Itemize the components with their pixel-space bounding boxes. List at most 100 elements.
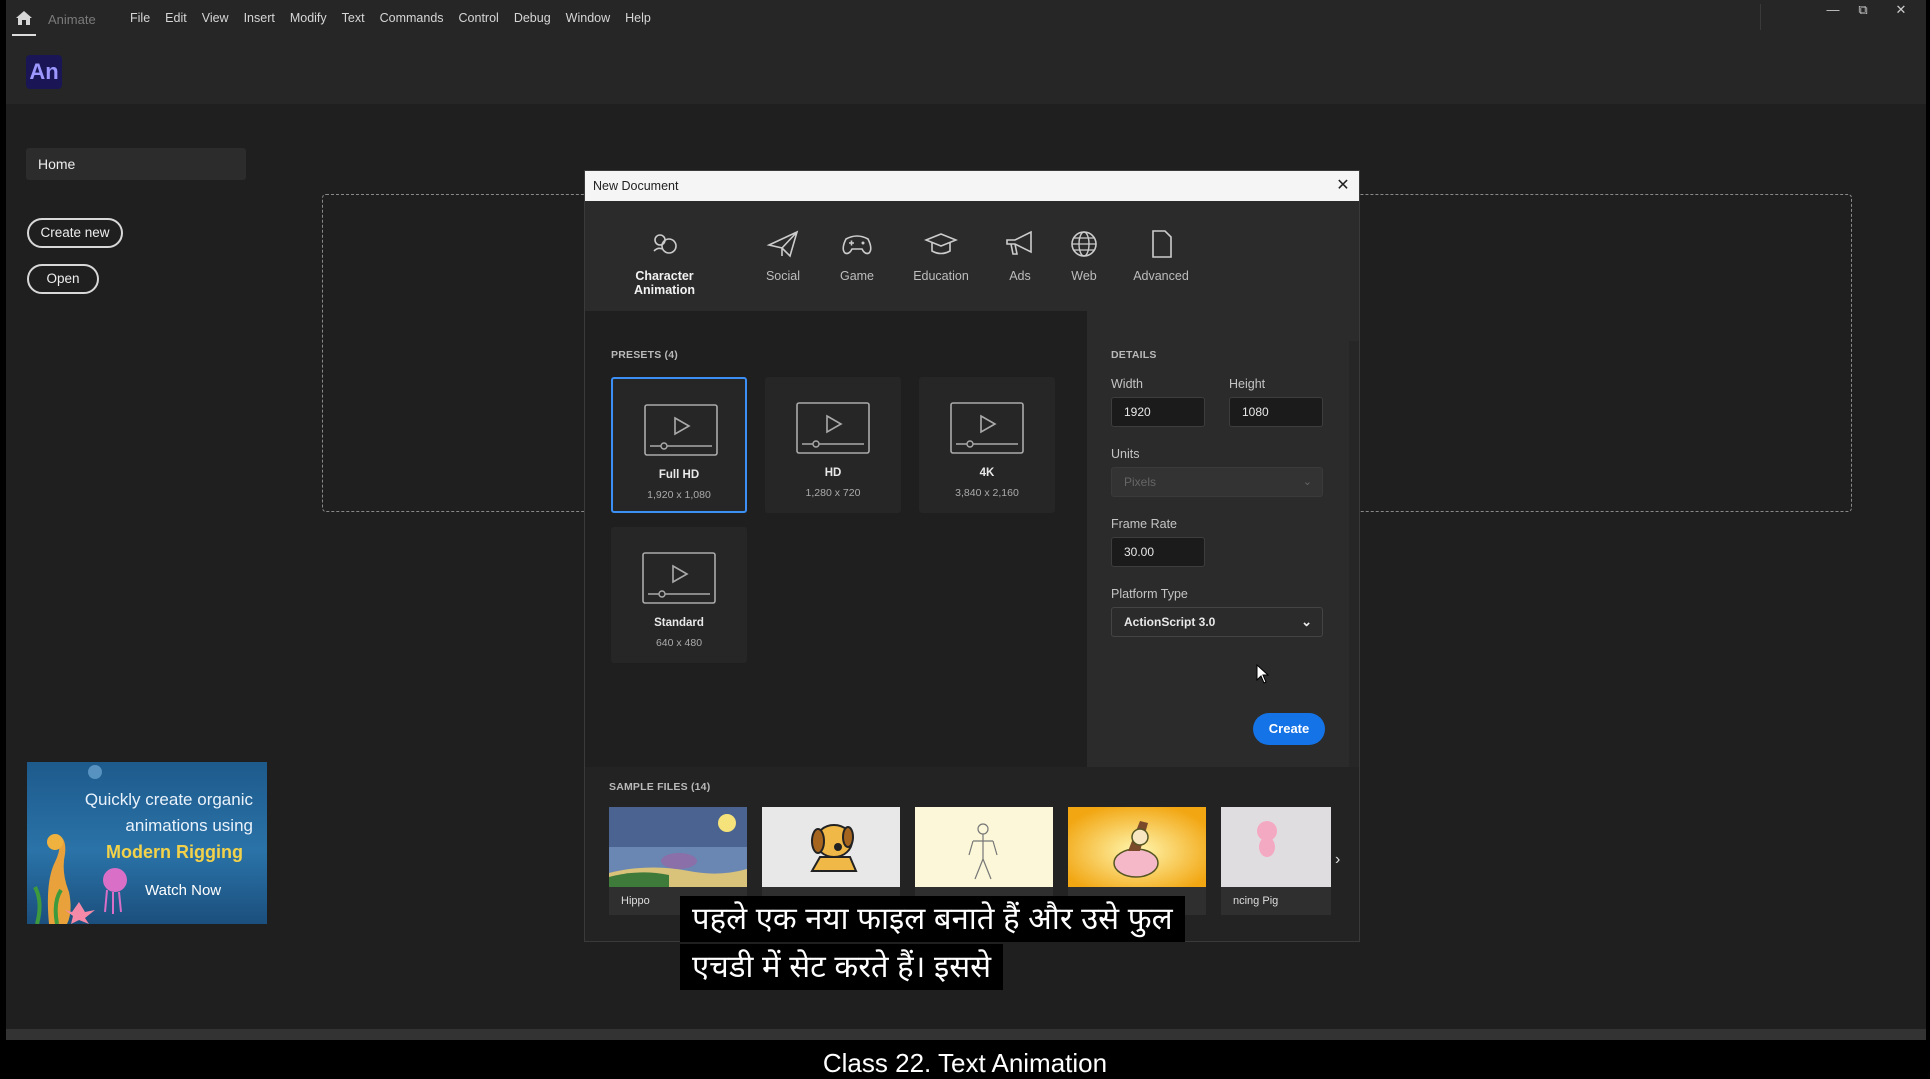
units-select[interactable]: Pixels ⌄ <box>1111 467 1323 497</box>
menu-bar: Animate File Edit View Insert Modify Tex… <box>6 0 1926 38</box>
tab-label: Social <box>765 269 801 283</box>
create-button[interactable]: Create <box>1253 713 1325 745</box>
new-document-dialog: New Document ✕ Character Animation Socia… <box>584 170 1360 942</box>
graduation-cap-icon <box>924 233 958 255</box>
menu-insert[interactable]: Insert <box>244 11 275 25</box>
menu-commands[interactable]: Commands <box>380 11 444 25</box>
sample-thumbnail <box>609 807 747 887</box>
platform-type-label: Platform Type <box>1111 587 1188 601</box>
menu-text[interactable]: Text <box>342 11 365 25</box>
watch-now-link[interactable]: Watch Now <box>145 882 221 899</box>
width-label: Width <box>1111 377 1143 391</box>
menu-view[interactable]: View <box>202 11 229 25</box>
tab-social[interactable]: Social <box>753 229 813 283</box>
preset-size: 3,840 x 2,160 <box>955 487 1019 499</box>
home-tab-indicator <box>12 34 36 36</box>
minimize-icon[interactable]: — <box>1822 2 1844 18</box>
status-bar <box>6 1029 1926 1040</box>
document-icon <box>1152 230 1172 258</box>
promo-line-2: animations using <box>125 816 253 835</box>
presets-pane: PRESETS (4) Full HD 1,920 x 1,080 HD 1,2… <box>585 311 1087 767</box>
mouse-cursor-icon <box>1256 664 1270 684</box>
sample-thumbnail <box>762 807 900 887</box>
tab-advanced[interactable]: Advanced <box>1127 229 1195 283</box>
video-preset-icon <box>950 402 1024 454</box>
height-label: Height <box>1229 377 1266 391</box>
preset-name: Standard <box>654 617 704 629</box>
app-header: An <box>6 38 1926 104</box>
preset-size: 1,920 x 1,080 <box>647 489 711 501</box>
tab-label: Web <box>1071 269 1097 283</box>
video-preset-icon <box>796 402 870 454</box>
preset-standard[interactable]: Standard 640 x 480 <box>611 527 747 663</box>
home-icon[interactable] <box>14 8 34 28</box>
frame-rate-input[interactable]: 30.00 <box>1111 537 1205 567</box>
character-animation-icon <box>652 234 677 254</box>
gamepad-icon <box>842 235 872 255</box>
tab-education[interactable]: Education <box>905 229 977 283</box>
tab-label: Character Animation <box>633 269 696 297</box>
paper-plane-icon <box>766 230 799 258</box>
subtitle-line-1: पहले एक नया फाइल बनाते हैं और उसे फुल <box>680 896 1185 942</box>
height-input[interactable]: 1080 <box>1229 397 1323 427</box>
tab-web[interactable]: Web <box>1063 229 1105 283</box>
chevron-down-icon: ⌄ <box>1302 476 1312 488</box>
sample-dancing-pig[interactable]: ncing Pig <box>1221 807 1331 915</box>
menu-file[interactable]: File <box>130 11 150 25</box>
create-new-button[interactable]: Create new <box>27 218 123 248</box>
units-value: Pixels <box>1124 475 1157 489</box>
animate-app-window: Animate File Edit View Insert Modify Tex… <box>6 0 1926 1040</box>
sample-thumbnail <box>1068 807 1206 887</box>
tab-label: Education <box>913 269 969 283</box>
toolbar-divider <box>1760 4 1761 30</box>
preset-name: Full HD <box>658 469 700 481</box>
tab-label: Game <box>839 269 875 283</box>
sample-name: ncing Pig <box>1233 895 1279 907</box>
details-pane: DETAILS Width 1920 Height 1080 Units Pix… <box>1087 311 1349 767</box>
video-title: Class 22. Text Animation <box>822 1048 1108 1078</box>
menu-modify[interactable]: Modify <box>290 11 327 25</box>
tab-label: Advanced <box>1133 269 1189 283</box>
dialog-title-bar: New Document ✕ <box>585 171 1359 201</box>
width-input[interactable]: 1920 <box>1111 397 1205 427</box>
dialog-title: New Document <box>593 179 679 193</box>
animate-logo: An <box>26 55 62 89</box>
restore-icon[interactable]: ⧉ <box>1852 2 1874 18</box>
megaphone-icon <box>1006 230 1032 255</box>
tab-character-animation[interactable]: Character Animation <box>610 229 719 297</box>
promo-line-1: Quickly create organic <box>84 790 253 809</box>
open-button[interactable]: Open <box>27 264 99 294</box>
close-window-icon[interactable]: ✕ <box>1890 2 1912 18</box>
preset-hd[interactable]: HD 1,280 x 720 <box>765 377 901 513</box>
preset-size: 1,280 x 720 <box>805 487 861 499</box>
dialog-close-icon[interactable]: ✕ <box>1333 176 1353 196</box>
preset-name: HD <box>824 467 842 479</box>
details-label: DETAILS <box>1111 349 1157 361</box>
preset-full-hd[interactable]: Full HD 1,920 x 1,080 <box>611 377 747 513</box>
tab-ads[interactable]: Ads <box>999 229 1041 283</box>
video-preset-icon <box>644 404 718 456</box>
menu-window[interactable]: Window <box>566 11 610 25</box>
menu-items: File Edit View Insert Modify Text Comman… <box>130 11 666 25</box>
menu-control[interactable]: Control <box>459 11 499 25</box>
frame-rate-label: Frame Rate <box>1111 517 1177 531</box>
platform-type-value: ActionScript 3.0 <box>1124 615 1216 629</box>
globe-icon <box>1071 231 1097 257</box>
menu-edit[interactable]: Edit <box>165 11 187 25</box>
units-label: Units <box>1111 447 1140 461</box>
preset-size: 640 x 480 <box>655 637 703 649</box>
menu-help[interactable]: Help <box>625 11 651 25</box>
tab-label: Ads <box>1009 269 1031 283</box>
promo-banner[interactable]: Quickly create organic animations using … <box>27 762 267 924</box>
sidebar-item-home[interactable]: Home <box>26 148 246 180</box>
sample-files-label: SAMPLE FILES (14) <box>609 781 711 793</box>
tab-game[interactable]: Game <box>829 229 885 283</box>
preset-4k[interactable]: 4K 3,840 x 2,160 <box>919 377 1055 513</box>
chevron-down-icon: ⌄ <box>1301 614 1312 629</box>
app-name: Animate <box>48 12 96 27</box>
platform-type-select[interactable]: ActionScript 3.0 ⌄ <box>1111 607 1323 637</box>
presets-label: PRESETS (4) <box>611 349 678 361</box>
sample-thumbnail <box>1221 807 1331 887</box>
chevron-right-icon[interactable]: › <box>1335 851 1340 869</box>
menu-debug[interactable]: Debug <box>514 11 551 25</box>
